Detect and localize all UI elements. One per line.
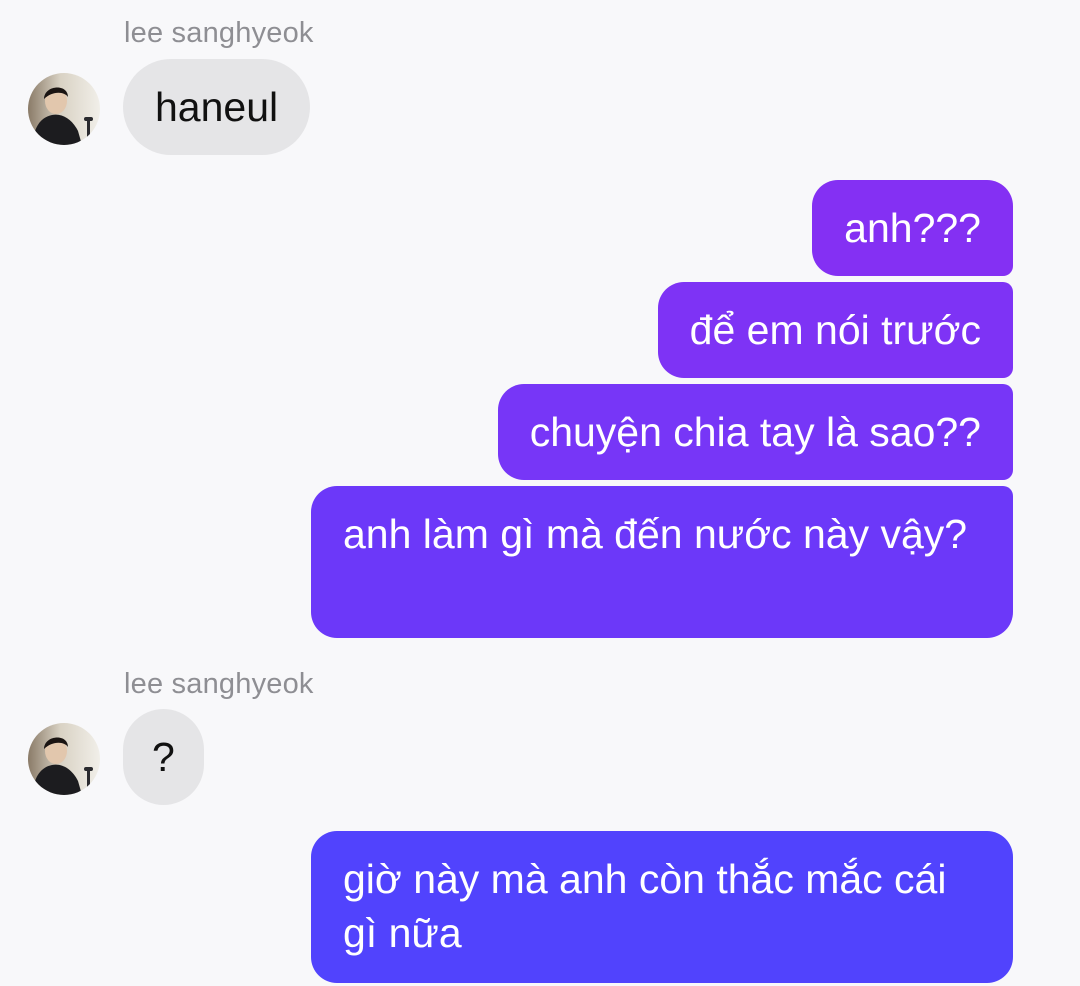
sender-name: lee sanghyeok	[124, 668, 314, 700]
sender-name: lee sanghyeok	[124, 17, 314, 49]
outgoing-message-bubble[interactable]: anh???	[812, 180, 1013, 276]
incoming-message-bubble[interactable]: ?	[123, 709, 204, 805]
chat-thread[interactable]: lee sanghyeok haneul anh??? để em nói tr…	[0, 0, 1080, 986]
incoming-message-bubble[interactable]: haneul	[123, 59, 311, 155]
outgoing-message-bubble[interactable]: để em nói trước	[657, 282, 1013, 378]
outgoing-message-bubble[interactable]: anh làm gì mà đến nước này vậy?	[311, 486, 1013, 638]
contact-avatar[interactable]	[28, 723, 100, 795]
outgoing-message-bubble[interactable]: chuyện chia tay là sao??	[497, 384, 1013, 480]
outgoing-message-bubble[interactable]: giờ này mà anh còn thắc mắc cái gì nữa	[311, 831, 1013, 983]
profile-photo-icon	[28, 723, 100, 795]
profile-photo-icon	[28, 73, 100, 145]
contact-avatar[interactable]	[28, 73, 100, 145]
